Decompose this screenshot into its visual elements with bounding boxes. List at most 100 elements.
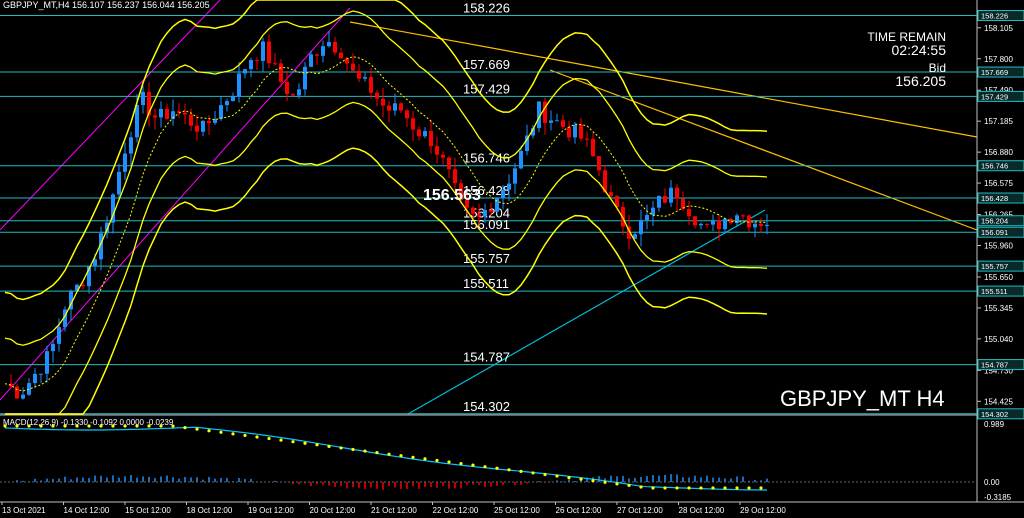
macd-signal-dot <box>567 475 571 480</box>
candle-body <box>261 41 265 61</box>
price-tick-label: 155.345 <box>984 304 1013 313</box>
candle-body <box>585 138 589 140</box>
resistance-trendline-2 <box>549 69 978 231</box>
macd-tick-label: 0.00 <box>984 478 1000 487</box>
candle-body <box>135 105 139 138</box>
candle-body <box>447 157 451 170</box>
macd-signal-dot <box>483 465 487 469</box>
price-tick-label: 156.575 <box>984 179 1013 188</box>
candle-body <box>567 126 571 138</box>
candle-body <box>423 131 427 137</box>
candle-body <box>237 73 241 97</box>
macd-signal-dot <box>435 458 439 463</box>
macd-signal-dot <box>387 452 391 456</box>
time-axis-label: 14 Oct 12:00 <box>64 506 110 515</box>
candle-body <box>357 70 361 79</box>
candle-body <box>381 98 385 106</box>
time-axis-label: 20 Oct 12:00 <box>310 506 356 515</box>
time-axis-label: 21 Oct 12:00 <box>371 506 417 515</box>
candle-body <box>363 77 367 79</box>
candle-body <box>549 120 553 123</box>
macd-signal-dot <box>543 472 547 477</box>
price-tick-label: 155.040 <box>984 335 1013 344</box>
macd-signal-dot <box>627 483 631 488</box>
macd-signal-dot <box>327 444 331 448</box>
candle-body <box>201 120 205 132</box>
candle-body <box>489 210 493 212</box>
candle-body <box>435 146 439 155</box>
candle-body <box>33 373 37 384</box>
macd-signal-dot <box>591 479 595 483</box>
candle-body <box>453 169 457 184</box>
macd-signal-dot <box>411 455 415 459</box>
macd-signal-dot <box>267 436 271 441</box>
candle-body <box>573 124 577 138</box>
macd-signal-dot <box>255 435 259 439</box>
macd-signal-dot <box>663 486 667 490</box>
candle-body <box>411 118 415 130</box>
macd-signal-dot <box>735 486 739 490</box>
candle-body <box>195 125 199 132</box>
time-axis-label: 15 Oct 12:00 <box>125 506 171 515</box>
macd-signal-dot <box>615 482 619 486</box>
candle-body <box>639 220 643 235</box>
candle-body <box>291 94 295 96</box>
horizontal-level-label: 155.757 <box>463 251 510 266</box>
candle-body <box>39 373 43 375</box>
bollinger-upper-outer <box>4 0 768 301</box>
candle-body <box>123 153 127 172</box>
candle-body <box>27 383 31 395</box>
macd-signal-dot <box>603 480 607 484</box>
macd-signal-dot <box>363 449 367 453</box>
macd-signal-dot <box>459 461 463 466</box>
candle-body <box>339 52 343 59</box>
level-price-box-label: 154.787 <box>981 361 1008 370</box>
symbol-watermark: GBPJPY_MT H4 <box>780 386 945 411</box>
candle-body <box>141 91 145 106</box>
macd-signal-dot <box>507 468 511 472</box>
candle-body <box>729 218 733 223</box>
support-trendline <box>407 209 766 415</box>
bid-value: 156.205 <box>895 73 946 89</box>
macd-signal-dot <box>195 427 199 431</box>
macd-signal-dot <box>699 486 703 490</box>
macd-signal-dot <box>639 485 643 489</box>
horizontal-level-label: 156.091 <box>463 217 510 232</box>
candle-body <box>693 216 697 226</box>
symbol-info: GBPJPY_MT,H4 156.107 156.237 156.044 156… <box>3 0 210 10</box>
candle-body <box>675 187 679 199</box>
macd-signal-dot <box>471 463 475 467</box>
price-tick-label: 154.425 <box>984 397 1013 406</box>
level-price-box-label: 154.302 <box>981 410 1008 419</box>
price-tick-label: 158.105 <box>984 24 1013 33</box>
macd-signal-dot <box>495 466 499 470</box>
macd-signal-dot <box>315 443 319 447</box>
macd-signal-dot <box>243 433 247 438</box>
macd-header: MACD(12,26,9) -0.1330 -0.1092 0.0000 -0.… <box>3 418 174 427</box>
candle-body <box>669 187 673 203</box>
price-tick-label: 156.880 <box>984 148 1013 157</box>
candle-body <box>405 110 409 119</box>
level-price-box-label: 156.746 <box>981 162 1008 171</box>
horizontal-level-label: 157.429 <box>463 81 510 96</box>
current-price-label: 156.563 <box>423 187 481 204</box>
candle-body <box>753 223 757 228</box>
candle-body <box>315 54 319 56</box>
candle-body <box>267 41 271 64</box>
price-chart[interactable]: 158.105157.800157.490157.185156.880156.5… <box>0 0 1024 518</box>
macd-signal-dot <box>531 471 535 475</box>
candle-body <box>273 63 277 65</box>
macd-signal-dot <box>723 486 727 490</box>
candle-body <box>159 108 163 118</box>
candle-body <box>255 60 259 62</box>
candle-body <box>321 46 325 56</box>
time-axis-label: 22 Oct 12:00 <box>433 506 479 515</box>
candle-body <box>57 327 61 344</box>
macd-tick-label: 0.989 <box>984 420 1005 429</box>
macd-signal-dot <box>291 440 295 444</box>
time-axis-label: 25 Oct 12:00 <box>494 506 540 515</box>
price-tick-label: 155.960 <box>984 242 1013 251</box>
horizontal-level-label: 154.302 <box>463 399 510 414</box>
macd-signal-dot <box>675 486 679 490</box>
candle-body <box>327 41 331 47</box>
